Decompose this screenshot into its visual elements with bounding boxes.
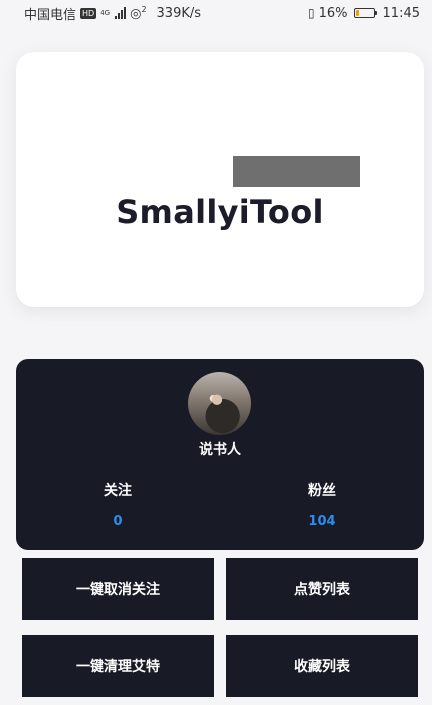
banner-title: SmallyiTool bbox=[116, 193, 324, 231]
favorites-list-button[interactable]: 收藏列表 bbox=[226, 635, 418, 697]
unfollow-all-button[interactable]: 一键取消关注 bbox=[22, 558, 214, 620]
status-bar: 中国电信 HD 4G ◎2 339K/s ▯ 16% 11:45 bbox=[0, 0, 432, 26]
hotspot-icon: ◎2 bbox=[130, 4, 147, 22]
follow-stat[interactable]: 关注 0 bbox=[58, 480, 178, 529]
fans-label: 粉丝 bbox=[308, 483, 336, 499]
banner-card: SmallyiTool bbox=[16, 52, 424, 307]
vibrate-icon: ▯ bbox=[308, 6, 315, 20]
username: 说书人 bbox=[199, 442, 241, 458]
avatar[interactable] bbox=[188, 372, 251, 435]
carrier-name: 中国电信 bbox=[24, 7, 77, 23]
fans-count: 104 bbox=[308, 514, 336, 529]
fans-stat[interactable]: 粉丝 104 bbox=[262, 480, 382, 529]
profile-card: 说书人 关注 0 粉丝 104 bbox=[16, 359, 424, 550]
status-bar-left: 中国电信 HD 4G ◎2 339K/s bbox=[24, 4, 201, 23]
signal-icon bbox=[115, 7, 127, 19]
network-gen: 4G bbox=[100, 8, 111, 17]
banner-overlay-block bbox=[233, 156, 360, 187]
battery-percent: 16% bbox=[318, 5, 348, 21]
network-speed: 339K/s bbox=[156, 5, 202, 21]
follow-count: 0 bbox=[113, 514, 123, 529]
hotspot-count: 2 bbox=[141, 4, 147, 14]
status-bar-right: ▯ 16% 11:45 bbox=[308, 6, 420, 21]
follow-label: 关注 bbox=[104, 483, 132, 499]
battery-fill bbox=[355, 10, 359, 16]
battery-icon bbox=[353, 8, 377, 18]
clock: 11:45 bbox=[382, 5, 420, 21]
clear-mentions-button[interactable]: 一键清理艾特 bbox=[22, 635, 214, 697]
like-list-button[interactable]: 点赞列表 bbox=[226, 558, 418, 620]
hd-badge: HD bbox=[80, 7, 97, 19]
